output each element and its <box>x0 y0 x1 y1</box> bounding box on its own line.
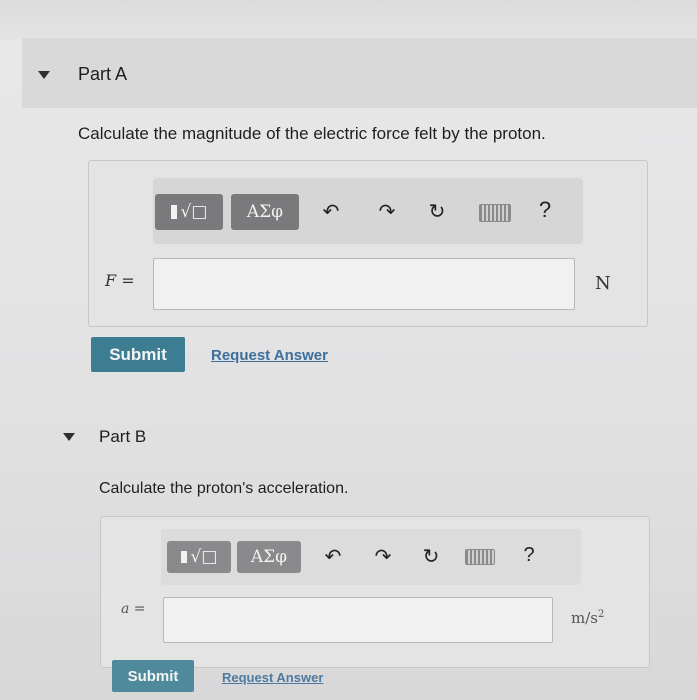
template-box-icon <box>170 205 177 219</box>
symbols-button[interactable]: ΑΣφ <box>237 541 301 573</box>
unit-base: m/s <box>571 609 598 627</box>
undo-icon[interactable]: ↶ <box>319 202 343 222</box>
help-icon[interactable]: ? <box>517 545 541 565</box>
top-strip <box>0 0 697 40</box>
collapse-triangle-icon[interactable] <box>38 71 50 79</box>
symbols-label: ΑΣφ <box>250 547 288 567</box>
part-a-request-answer-link[interactable]: Request Answer <box>211 347 328 364</box>
force-answer-input[interactable] <box>153 258 575 310</box>
keyboard-icon[interactable] <box>465 549 495 565</box>
part-a-math-toolbar: √□ ΑΣφ ↶ ↷ ↻ ? <box>153 178 583 244</box>
redo-icon[interactable]: ↷ <box>375 202 399 222</box>
variable-label-f: F = <box>105 271 135 290</box>
undo-icon[interactable]: ↶ <box>321 547 345 567</box>
variable-label-a: a = <box>121 601 146 617</box>
part-b-question: Calculate the proton's acceleration. <box>99 480 349 497</box>
symbols-label: ΑΣφ <box>246 202 284 222</box>
template-box-icon <box>180 551 187 563</box>
part-b-math-toolbar: √□ ΑΣφ ↶ ↷ ↻ ? <box>161 529 581 585</box>
templates-label: √□ <box>180 202 208 222</box>
unit-exponent: 2 <box>597 609 605 620</box>
symbols-button[interactable]: ΑΣφ <box>231 194 299 230</box>
unit-label-m-per-s2: m/s2 <box>571 609 604 627</box>
reset-icon[interactable]: ↻ <box>419 547 443 567</box>
part-a-title: Part A <box>78 64 128 84</box>
collapse-triangle-icon[interactable] <box>63 433 75 441</box>
help-icon[interactable]: ? <box>533 199 557 221</box>
templates-label: √□ <box>190 547 218 567</box>
redo-icon[interactable]: ↷ <box>371 547 395 567</box>
part-b-title: Part B <box>99 427 147 446</box>
templates-button[interactable]: √□ <box>155 194 223 230</box>
keyboard-icon[interactable] <box>479 204 511 222</box>
part-b-request-answer-link[interactable]: Request Answer <box>222 670 323 685</box>
part-a-submit-button[interactable]: Submit <box>91 337 185 372</box>
reset-icon[interactable]: ↻ <box>425 202 449 222</box>
templates-button[interactable]: √□ <box>167 541 231 573</box>
part-b-answer-box: √□ ΑΣφ ↶ ↷ ↻ ? a = m/s2 <box>100 516 650 668</box>
unit-label-n: N <box>595 273 611 294</box>
acceleration-answer-input[interactable] <box>163 597 553 643</box>
part-a-answer-box: √□ ΑΣφ ↶ ↷ ↻ ? F = N <box>88 160 648 327</box>
part-a-question: Calculate the magnitude of the electric … <box>78 124 546 143</box>
part-b-submit-button[interactable]: Submit <box>112 660 194 692</box>
